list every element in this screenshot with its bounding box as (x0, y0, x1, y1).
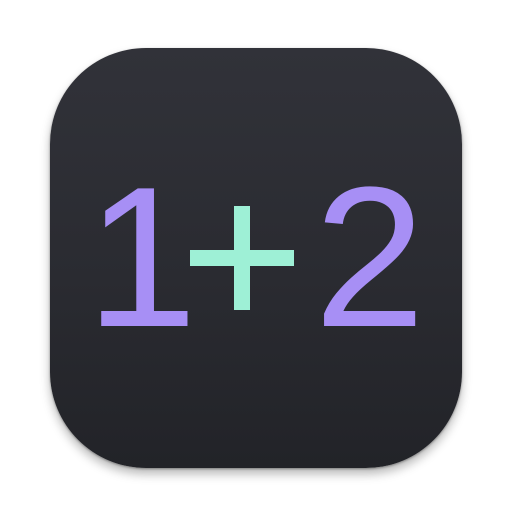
plus-vertical-bar (234, 206, 250, 310)
left-operand: 1 (86, 146, 198, 369)
math-expression: 1 2 (0, 0, 512, 512)
screen: 1 2 (0, 0, 512, 512)
right-operand: 2 (314, 146, 426, 369)
plus-sign (190, 206, 294, 310)
